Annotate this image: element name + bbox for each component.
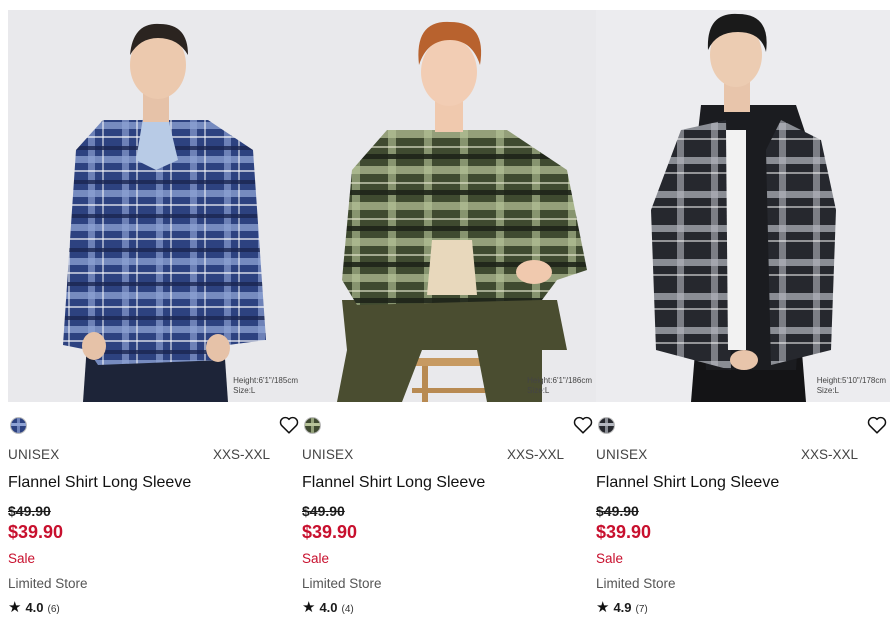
original-price: $49.90 xyxy=(8,503,51,519)
gender-label: UNISEX xyxy=(596,447,648,462)
gender-label: UNISEX xyxy=(302,447,354,462)
model-height: Height:5'10"/178cm xyxy=(816,376,886,385)
model-height: Height:6'1"/185cm xyxy=(233,376,298,385)
star-icon: ★ xyxy=(302,599,316,616)
heart-outline-icon[interactable] xyxy=(278,414,300,436)
review-count: (4) xyxy=(341,604,354,615)
sale-badge: Sale xyxy=(8,551,36,566)
rating-value: 4.0 xyxy=(25,600,44,615)
model-height: Height:6'1"/186cm xyxy=(527,376,592,385)
model-info: Height:6'1"/185cm Size:L xyxy=(233,376,298,396)
heart-outline-icon[interactable] xyxy=(572,414,594,436)
gender-label: UNISEX xyxy=(8,447,60,462)
model-size: Size:L xyxy=(527,386,550,395)
size-range: XXS-XXL xyxy=(800,447,858,462)
review-count: (6) xyxy=(47,604,60,615)
star-icon: ★ xyxy=(596,599,610,616)
color-swatch[interactable] xyxy=(598,417,615,434)
original-price: $49.90 xyxy=(596,503,639,519)
review-count: (7) xyxy=(635,604,648,615)
size-range: XXS-XXL xyxy=(212,447,270,462)
sale-price: $39.90 xyxy=(302,522,358,542)
product-name[interactable]: Flannel Shirt Long Sleeve xyxy=(8,474,191,492)
product-rating[interactable]: ★ 4.0 (4) xyxy=(302,598,354,616)
product-name[interactable]: Flannel Shirt Long Sleeve xyxy=(302,474,485,492)
product-rating[interactable]: ★ 4.0 (6) xyxy=(8,598,60,616)
model-size: Size:L xyxy=(233,386,256,395)
rating-value: 4.0 xyxy=(319,600,338,615)
star-icon: ★ xyxy=(8,599,22,616)
product-image[interactable]: Height:6'1"/186cm Size:L xyxy=(302,10,596,402)
product-card[interactable]: Height:6'1"/186cm Size:L UNISEX XXS-XXL … xyxy=(302,10,596,622)
product-image[interactable]: Height:5'10"/178cm Size:L xyxy=(596,10,890,402)
sale-price: $39.90 xyxy=(596,522,652,542)
product-card[interactable]: Height:6'1"/185cm Size:L UNISEX XXS-XXL … xyxy=(8,10,302,622)
original-price: $49.90 xyxy=(302,503,345,519)
size-range: XXS-XXL xyxy=(506,447,564,462)
product-image[interactable]: Height:6'1"/185cm Size:L xyxy=(8,10,302,402)
color-swatch[interactable] xyxy=(304,417,321,434)
store-availability: Limited Store xyxy=(302,576,382,591)
product-rating[interactable]: ★ 4.9 (7) xyxy=(596,598,648,616)
model-size: Size:L xyxy=(816,386,839,395)
product-grid: Height:6'1"/185cm Size:L UNISEX XXS-XXL … xyxy=(0,0,896,630)
model-info: Height:6'1"/186cm Size:L xyxy=(527,376,592,396)
sale-price: $39.90 xyxy=(8,522,64,542)
model-info: Height:5'10"/178cm Size:L xyxy=(817,376,886,396)
sale-badge: Sale xyxy=(302,551,330,566)
product-card[interactable]: Height:5'10"/178cm Size:L UNISEX XXS-XXL… xyxy=(596,10,890,622)
product-name[interactable]: Flannel Shirt Long Sleeve xyxy=(596,474,779,492)
sale-badge: Sale xyxy=(596,551,624,566)
store-availability: Limited Store xyxy=(596,576,676,591)
color-swatch[interactable] xyxy=(10,417,27,434)
store-availability: Limited Store xyxy=(8,576,88,591)
heart-outline-icon[interactable] xyxy=(866,414,888,436)
rating-value: 4.9 xyxy=(613,600,632,615)
